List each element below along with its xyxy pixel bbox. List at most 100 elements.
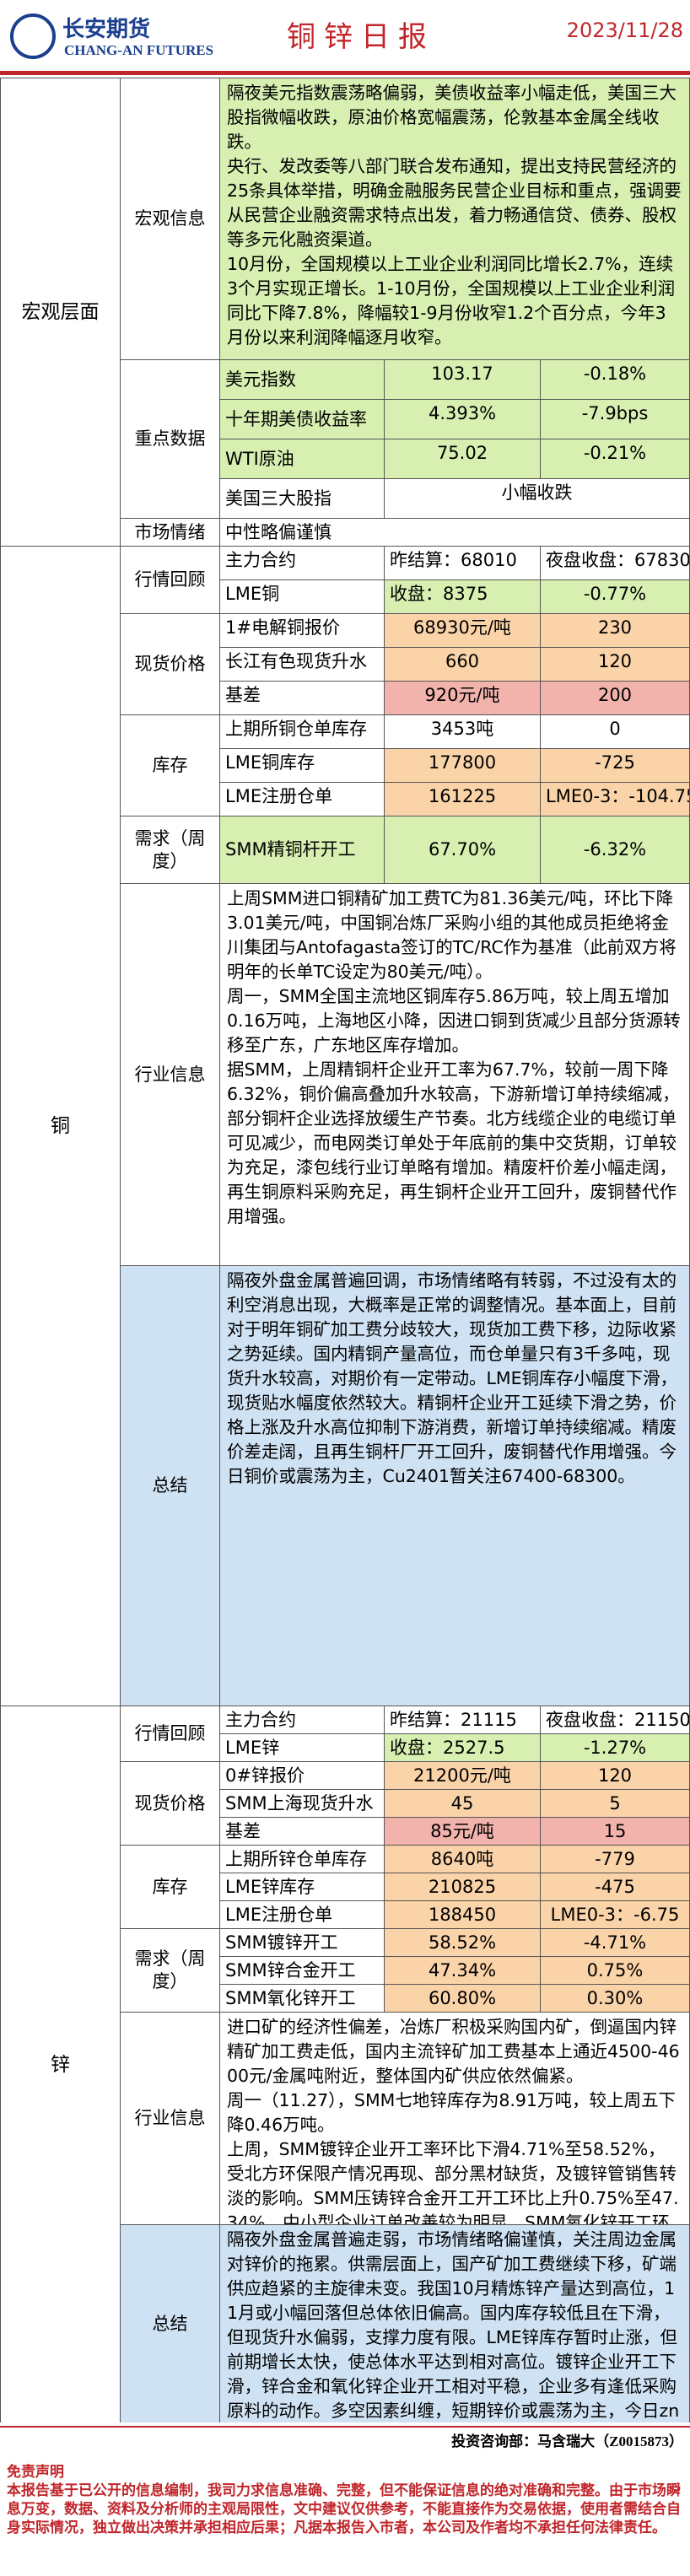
disclaimer-text: 本报告基于已公开的信息编制，我司力求信息准确、完整，但不能保证信息的绝对准确和完…: [7, 2482, 681, 2536]
zinc-summary-label: 总结: [121, 2225, 220, 2422]
zinc-spot-change: 120: [541, 1762, 690, 1790]
zinc-stock-value: 210825: [385, 1873, 541, 1901]
copper-demand-change: -6.32%: [541, 816, 690, 884]
copper-lme-change: -0.77%: [541, 580, 690, 614]
zinc-demand-change: 0.75%: [541, 1957, 690, 1985]
zinc-lme-close: 收盘：2527.5: [385, 1734, 541, 1762]
key-data-change: -0.18%: [541, 360, 690, 400]
copper-stock-label: LME注册仓单: [220, 783, 385, 816]
copper-stock-label: 库存: [121, 715, 220, 816]
zinc-prev-settle: 昨结算：21115: [385, 1706, 541, 1734]
copper-spot-label: 长江有色现货升水: [220, 648, 385, 682]
copper-demand-label: 需求（周度）: [121, 816, 220, 884]
report-header: 长安期货 CHANG-AN FUTURES 铜锌日报 2023/11/28: [0, 0, 690, 76]
zinc-demand-change: -4.71%: [541, 1929, 690, 1957]
copper-stock-change: -725: [541, 749, 690, 783]
report-table: 宏观层面 宏观信息 隔夜美元指数震荡略偏弱，美债收益率小幅走低，美国三大股指微幅收跌…: [0, 78, 690, 2422]
zinc-demand-label: 需求（周度）: [121, 1929, 220, 2013]
copper-industry-label: 行业信息: [121, 884, 220, 1266]
zinc-spot-label: 现货价格: [121, 1762, 220, 1846]
copper-night-close: 夜盘收盘：67830: [541, 547, 690, 580]
company-name-en: CHANG-AN FUTURES: [64, 42, 214, 58]
copper-stock-value: 3453吨: [385, 715, 541, 749]
key-data-name: 十年期美债收益率: [220, 400, 385, 439]
market-mood-label: 市场情绪: [121, 519, 220, 547]
zinc-spot-label: 基差: [220, 1818, 385, 1846]
section-macro: 宏观层面: [1, 78, 121, 547]
copper-demand-value: 67.70%: [385, 816, 541, 884]
copper-summary-label: 总结: [121, 1266, 220, 1706]
company-logo-icon: [10, 13, 56, 59]
zinc-stock-label: LME锌库存: [220, 1873, 385, 1901]
section-copper: 铜: [1, 547, 121, 1706]
zinc-demand-label: SMM氧化锌开工: [220, 1985, 385, 2013]
zinc-stock-label: 库存: [121, 1846, 220, 1929]
copper-spot-value: 920元/吨: [385, 682, 541, 715]
section-zinc: 锌: [1, 1706, 121, 2422]
investment-consulting: 投资咨询部：马含瑞大（Z0015873）: [451, 2433, 683, 2449]
copper-lme: LME铜: [220, 580, 385, 614]
disclaimer-title: 免责声明: [7, 2464, 64, 2480]
copper-stock-value: 177800: [385, 749, 541, 783]
zinc-stock-value: 188450: [385, 1901, 541, 1929]
copper-spot-change: 200: [541, 682, 690, 715]
zinc-spot-change: 5: [541, 1790, 690, 1818]
zinc-stock-label: 上期所锌仓单库存: [220, 1846, 385, 1873]
report-title: 铜锌日报: [287, 20, 435, 54]
copper-spot-value: 68930元/吨: [385, 614, 541, 648]
macro-info-text: 隔夜美元指数震荡略偏弱，美债收益率小幅走低，美国三大股指微幅收跌，原油价格宽幅震…: [220, 78, 690, 360]
zinc-demand-value: 60.80%: [385, 1985, 541, 2013]
copper-demand-name: SMM精铜杆开工: [220, 816, 385, 884]
copper-stock-value: 161225: [385, 783, 541, 816]
zinc-review-label: 行情回顾: [121, 1706, 220, 1762]
key-data-value: 103.17: [385, 360, 541, 400]
copper-summary-text: 隔夜外盘金属普遍回调，市场情绪略有转弱，不过没有太的利空消息出现，大概率是正常的…: [220, 1266, 690, 1706]
copper-spot-value: 660: [385, 648, 541, 682]
zinc-demand-label: SMM镀锌开工: [220, 1929, 385, 1957]
copper-spot-label: 基差: [220, 682, 385, 715]
zinc-demand-value: 47.34%: [385, 1957, 541, 1985]
copper-spot-label: 1#电解铜报价: [220, 614, 385, 648]
zinc-spot-change: 15: [541, 1818, 690, 1846]
zinc-industry-label: 行业信息: [121, 2013, 220, 2225]
header-divider: [0, 71, 690, 75]
zinc-demand-change: 0.30%: [541, 1985, 690, 2013]
zinc-spot-value: 45: [385, 1790, 541, 1818]
zinc-spot-value: 85元/吨: [385, 1818, 541, 1846]
key-data-name: WTI原油: [220, 439, 385, 479]
footer-divider: [0, 2426, 690, 2428]
macro-info-label: 宏观信息: [121, 78, 220, 360]
key-data-change: -7.9bps: [541, 400, 690, 439]
market-mood-value: 中性略偏谨慎: [220, 519, 690, 547]
copper-stock-change: LME0-3：-104.75: [541, 783, 690, 816]
copper-lme-close: 收盘：8375: [385, 580, 541, 614]
company-name-cn: 长安期货: [62, 17, 151, 41]
zinc-spot-label: SMM上海现货升水: [220, 1790, 385, 1818]
zinc-stock-label: LME注册仓单: [220, 1901, 385, 1929]
zinc-stock-change: LME0-3：-6.75: [541, 1901, 690, 1929]
copper-spot-change: 120: [541, 648, 690, 682]
zinc-summary-text: 隔夜外盘金属普遍走弱，市场情绪略偏谨慎，关注周边金属对锌价的拖累。供需层面上，国…: [220, 2225, 690, 2422]
key-data-name: 美国三大股指: [220, 479, 385, 519]
zinc-lme-change: -1.27%: [541, 1734, 690, 1762]
report-date: 2023/11/28: [566, 19, 683, 42]
zinc-spot-value: 21200元/吨: [385, 1762, 541, 1790]
key-data-name: 美元指数: [220, 360, 385, 400]
copper-stock-change: 0: [541, 715, 690, 749]
zinc-stock-value: 8640吨: [385, 1846, 541, 1873]
copper-spot-label: 现货价格: [121, 614, 220, 715]
key-data-change: -0.21%: [541, 439, 690, 479]
key-data-value: 4.393%: [385, 400, 541, 439]
zinc-night-close: 夜盘收盘：21150: [541, 1706, 690, 1734]
zinc-stock-change: -475: [541, 1873, 690, 1901]
key-data-label: 重点数据: [121, 360, 220, 519]
copper-stock-label: LME铜库存: [220, 749, 385, 783]
copper-spot-change: 230: [541, 614, 690, 648]
key-data-value: 小幅收跌: [385, 479, 690, 519]
zinc-spot-label: 0#锌报价: [220, 1762, 385, 1790]
zinc-industry-text: 进口矿的经济性偏差，冶炼厂积极采购国内矿，倒逼国内锌精矿加工费走低，国内主流锌矿…: [220, 2013, 690, 2225]
copper-stock-label: 上期所铜仓单库存: [220, 715, 385, 749]
zinc-main-contract: 主力合约: [220, 1706, 385, 1734]
zinc-demand-value: 58.52%: [385, 1929, 541, 1957]
zinc-lme: LME锌: [220, 1734, 385, 1762]
